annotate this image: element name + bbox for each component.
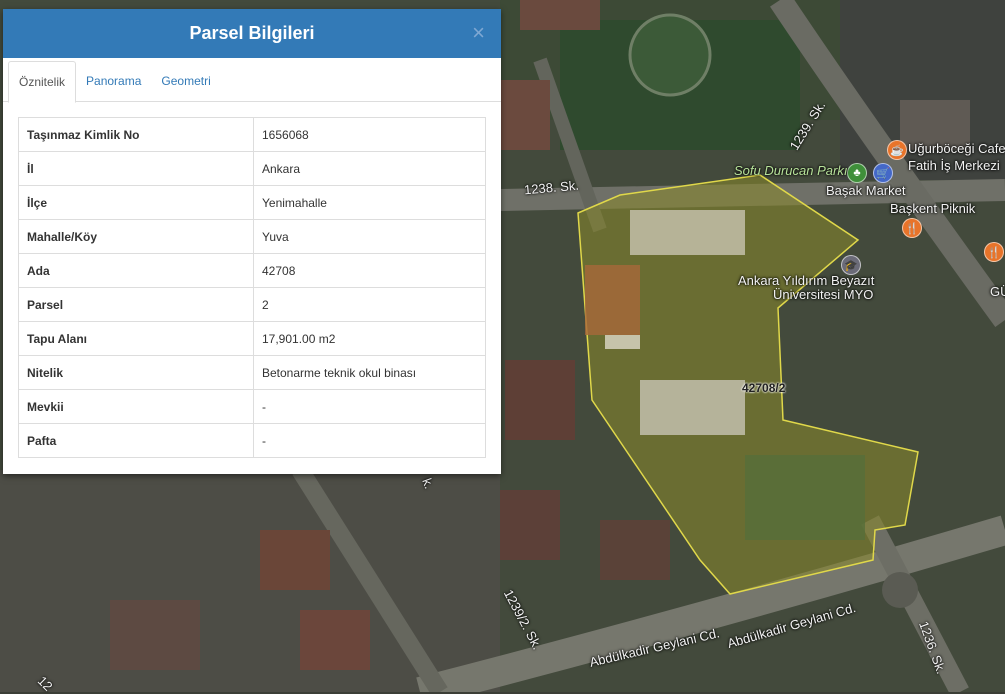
table-row: Taşınmaz Kimlik No 1656068 <box>18 117 486 152</box>
table-row: Ada 42708 <box>18 253 486 288</box>
parcel-label: 42708/2 <box>742 381 786 395</box>
attribute-key: Tapu Alanı <box>18 321 254 356</box>
tree-icon[interactable]: ♣ <box>847 163 867 183</box>
cafe-icon[interactable]: ☕ <box>887 140 907 160</box>
table-row: İlçe Yenimahalle <box>18 185 486 220</box>
parcel-info-panel: Parsel Bilgileri × Öznitelik Panorama Ge… <box>3 9 501 474</box>
panel-tabs: Öznitelik Panorama Geometri <box>3 61 501 103</box>
panel-title: Parsel Bilgileri <box>189 23 315 43</box>
attribute-key: İlçe <box>18 185 254 220</box>
attribute-value: 17,901.00 m2 <box>253 321 486 356</box>
attribute-value: 1656068 <box>253 117 486 152</box>
attribute-key: Taşınmaz Kimlik No <box>18 117 254 152</box>
table-row: Nitelik Betonarme teknik okul binası <box>18 355 486 390</box>
attribute-value: 42708 <box>253 253 486 288</box>
table-row: Mahalle/Köy Yuva <box>18 219 486 254</box>
attribute-key: Ada <box>18 253 254 288</box>
table-row: Tapu Alanı 17,901.00 m2 <box>18 321 486 356</box>
table-row: Pafta - <box>18 423 486 458</box>
restaurant-icon[interactable]: 🍴 <box>902 218 922 238</box>
attribute-key: Mahalle/Köy <box>18 219 254 254</box>
attribute-key: Pafta <box>18 423 254 458</box>
attribute-value: - <box>253 423 486 458</box>
attribute-value: Betonarme teknik okul binası <box>253 355 486 390</box>
restaurant-icon-2[interactable]: 🍴 <box>984 242 1004 262</box>
attribute-key: Mevkii <box>18 389 254 424</box>
attribute-value: 2 <box>253 287 486 322</box>
tab-oznitelik[interactable]: Öznitelik <box>8 61 77 103</box>
attribute-value: Yenimahalle <box>253 185 486 220</box>
school-icon[interactable]: 🎓 <box>841 255 861 275</box>
attribute-value: Ankara <box>253 151 486 186</box>
table-row: Mevkii - <box>18 389 486 424</box>
panel-header: Parsel Bilgileri × <box>3 9 501 58</box>
close-icon[interactable]: × <box>472 22 485 44</box>
table-row: Parsel 2 <box>18 287 486 322</box>
attribute-value: - <box>253 389 486 424</box>
tab-panorama[interactable]: Panorama <box>76 61 151 101</box>
attribute-key: Parsel <box>18 287 254 322</box>
table-row: İl Ankara <box>18 151 486 186</box>
attribute-value: Yuva <box>253 219 486 254</box>
attribute-key: Nitelik <box>18 355 254 390</box>
attribute-table: Taşınmaz Kimlik No 1656068 İl Ankara İlçe Y… <box>18 117 486 458</box>
tab-geometri[interactable]: Geometri <box>151 61 220 101</box>
shopping-cart-icon[interactable]: 🛒 <box>873 163 893 183</box>
attribute-key: İl <box>18 151 254 186</box>
